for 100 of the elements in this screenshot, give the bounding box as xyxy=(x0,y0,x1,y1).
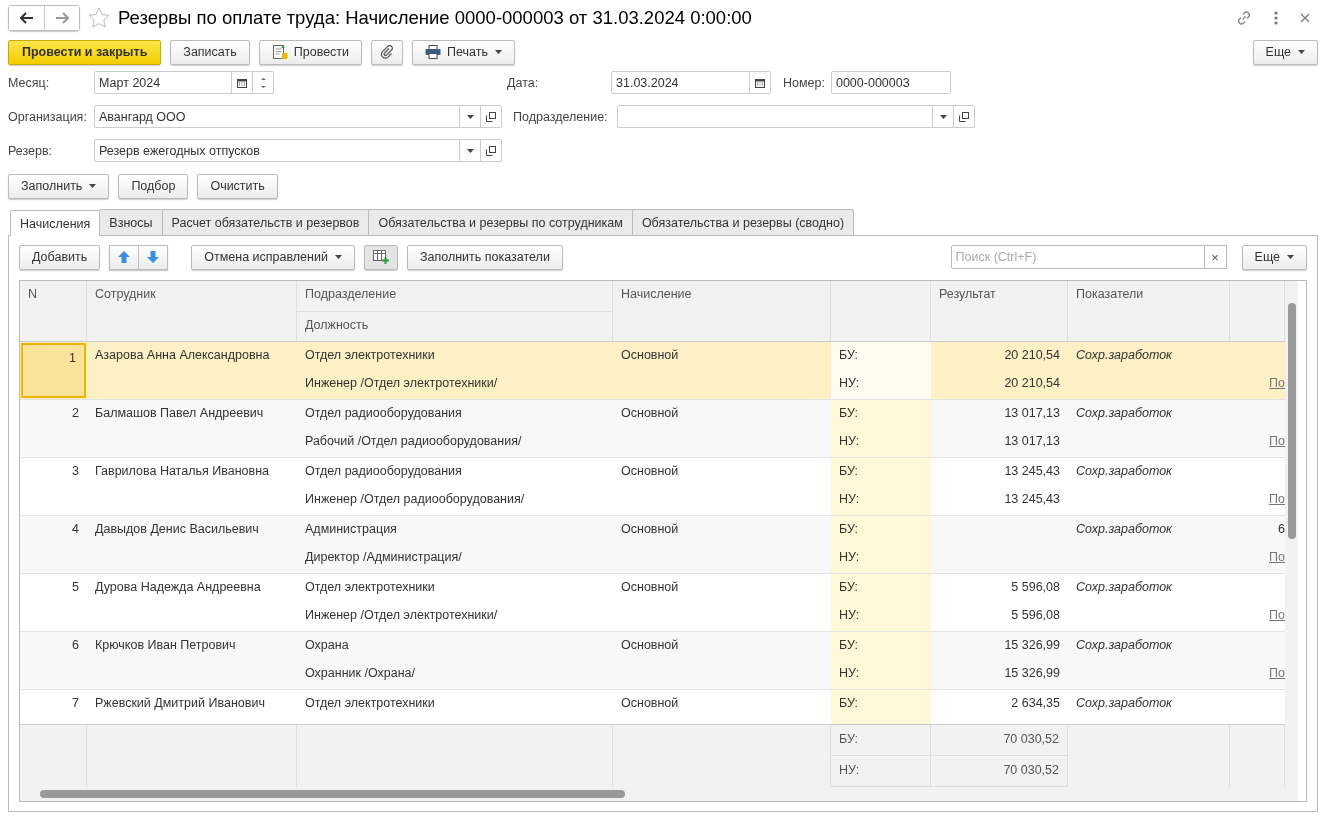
table-cell-text: Инженер /Отдел электротехники/ xyxy=(304,607,499,624)
tab[interactable]: Взносы xyxy=(99,209,163,235)
table-cell-text: 5 596,08 xyxy=(1010,607,1061,624)
table-row[interactable]: 6 Крючков Иван Петрович Охрана Основной БУ: 15 326,99 Сохр.заработок Охранник /Охрана/ НУ: 15 326,99 По xyxy=(20,632,1285,690)
vertical-scrollbar[interactable] xyxy=(1285,281,1298,801)
link[interactable]: По xyxy=(1269,666,1285,680)
link[interactable]: По xyxy=(1269,608,1285,622)
fill-button[interactable]: Заполнить xyxy=(8,173,110,199)
date-field[interactable]: 31.03.2024 xyxy=(611,71,771,94)
table-cell-text: Инженер /Отдел электротехники/ xyxy=(304,375,499,392)
clear-search-button[interactable]: × xyxy=(1204,245,1227,269)
horizontal-scrollbar[interactable] xyxy=(20,787,1285,801)
table-row[interactable]: 5 Дурова Надежда Андреевна Отдел электротехники Основной БУ: 5 596,08 Сохр.заработок Инженер /Отдел электротехники/ НУ: 5 596,08 По xyxy=(20,574,1285,632)
link-icon[interactable] xyxy=(1236,9,1252,26)
table-cell: БУ: xyxy=(831,458,931,486)
table-cell-text: 15 326,99 xyxy=(1003,637,1061,654)
table-row[interactable]: 1 Азарова Анна Александровна Отдел электротехники Основной БУ: 20 210,54 Сохр.заработок Инженер /Отдел электротехники/ НУ: 20 210,54 По xyxy=(20,342,1285,400)
search-field[interactable]: Поиск (Ctrl+F) xyxy=(950,245,1205,269)
field-label: Организация: xyxy=(8,109,88,124)
table-cell-text: 7 xyxy=(71,695,80,712)
table-cell-text: Отдел электротехники xyxy=(304,695,436,712)
tab[interactable]: Начисления xyxy=(10,210,101,236)
month-field[interactable]: Март 2024 xyxy=(94,71,274,94)
table-cell-text: Основной xyxy=(620,637,680,654)
fill-indicators-button[interactable]: Заполнить показатели xyxy=(406,244,563,270)
table-row[interactable]: 4 Давыдов Денис Васильевич Администрация Основной БУ: Сохр.заработок 6 Директор /Администрация/ НУ: По xyxy=(20,516,1285,574)
attach-button[interactable] xyxy=(371,39,404,65)
table-cell: БУ: xyxy=(831,574,931,602)
move-up-button[interactable] xyxy=(109,244,140,270)
caret-icon xyxy=(334,255,342,259)
table-cell-text: Директор /Администрация/ xyxy=(304,549,463,566)
table-cell-text: Сохр.заработок xyxy=(1075,347,1173,364)
arrow-up-icon xyxy=(118,251,131,263)
table-cell-text: 15 326,99 xyxy=(1003,665,1061,682)
table-cell-text: 13 017,13 xyxy=(1003,405,1061,422)
table-cell-text: Балмашов Павел Андреевич xyxy=(94,405,265,422)
clear-button[interactable]: Очистить xyxy=(197,173,278,199)
print-button[interactable]: Печать xyxy=(412,39,515,65)
paperclip-icon xyxy=(380,45,395,59)
table-cell-text: 13 245,43 xyxy=(1003,491,1061,508)
arrow-left-icon xyxy=(19,11,34,24)
printer-icon xyxy=(425,45,442,59)
table-cell-text: Крючков Иван Петрович xyxy=(94,637,237,654)
star-icon[interactable] xyxy=(88,7,110,28)
table-cell-text: Ржевский Дмитрий Иванович xyxy=(94,695,266,712)
table-cell-text: Азарова Анна Александровна xyxy=(94,347,271,364)
column-header: Сотрудник xyxy=(87,281,297,341)
close-icon[interactable] xyxy=(1300,12,1310,23)
table-cell-text: Сохр.заработок xyxy=(1075,521,1173,538)
link[interactable]: По xyxy=(1269,376,1285,390)
undo-corrections-button[interactable]: Отмена исправлений xyxy=(191,244,355,270)
table-cell: БУ: xyxy=(831,342,931,370)
field-label: Дата: xyxy=(507,75,540,90)
table-cell-text: Основной xyxy=(620,695,680,712)
table-cell-text: Инженер /Отдел радиооборудования/ xyxy=(304,491,526,508)
link[interactable]: По xyxy=(1269,550,1285,564)
reserve-field[interactable]: Резерв ежегодных отпусков xyxy=(94,139,502,162)
post-button[interactable]: Провести xyxy=(258,39,363,65)
column-header: Должность xyxy=(297,311,613,341)
move-down-button[interactable] xyxy=(139,244,169,270)
more-button[interactable]: Еще xyxy=(1241,244,1307,270)
department-field[interactable] xyxy=(617,105,975,128)
table-cell-text: Сохр.заработок xyxy=(1075,405,1173,422)
table-cell: 1 xyxy=(21,343,86,398)
table-cell-text: Сохр.заработок xyxy=(1075,579,1173,596)
table-cell-text: Основной xyxy=(620,521,680,538)
arrow-right-icon xyxy=(55,11,69,24)
column-header: Подразделение xyxy=(297,281,613,311)
table-cell-text: Отдел радиооборудования xyxy=(304,405,463,422)
pick-button[interactable]: Подбор xyxy=(118,173,189,199)
link[interactable]: По xyxy=(1269,492,1285,506)
more-icon[interactable] xyxy=(1274,10,1278,25)
table-cell-text: 20 210,54 xyxy=(1003,375,1061,392)
total-label: БУ: xyxy=(831,725,931,757)
tab[interactable]: Обязательства и резервы по сотрудникам xyxy=(368,209,633,235)
caret-icon xyxy=(466,114,474,119)
total-value: 70 030,52 xyxy=(931,725,1068,757)
table-cell: БУ: xyxy=(831,516,931,544)
more-button[interactable]: Еще xyxy=(1252,39,1318,65)
add-table-button[interactable] xyxy=(363,244,398,270)
post-and-close-button[interactable]: Провести и закрыть xyxy=(8,39,162,65)
table-row[interactable]: 2 Балмашов Павел Андреевич Отдел радиооборудования Основной БУ: 13 017,13 Сохр.заработок Рабочий /Отдел радиооборудования/ НУ: 13 017,13 По xyxy=(20,400,1285,458)
table-cell-text: Охрана xyxy=(304,637,350,654)
save-button[interactable]: Записать xyxy=(170,39,250,65)
up-down-arrows-icon xyxy=(260,75,266,90)
column-header: Показатели xyxy=(1068,281,1230,341)
table-cell-text: Давыдов Денис Васильевич xyxy=(94,521,260,538)
table-cell: БУ: xyxy=(831,632,931,660)
organization-field[interactable]: Авангард ООО xyxy=(94,105,502,128)
tab[interactable]: Обязательства и резервы (сводно) xyxy=(631,209,855,235)
table-cell-text: Основной xyxy=(620,405,680,422)
link[interactable]: По xyxy=(1269,434,1285,448)
open-window-icon xyxy=(486,111,496,122)
add-button[interactable]: Добавить xyxy=(19,244,101,270)
tab[interactable]: Расчет обязательств и резервов xyxy=(161,209,370,235)
table-row[interactable]: 3 Гаврилова Наталья Ивановна Отдел радиооборудования Основной БУ: 13 245,43 Сохр.заработок Инженер /Отдел радиооборудования/ НУ: 13 245,43 По xyxy=(20,458,1285,516)
back-button[interactable] xyxy=(9,5,44,30)
number-field[interactable]: 0000-000003 xyxy=(830,71,951,94)
table-cell-text: Основной xyxy=(620,579,680,596)
field-label: Месяц: xyxy=(8,75,51,90)
